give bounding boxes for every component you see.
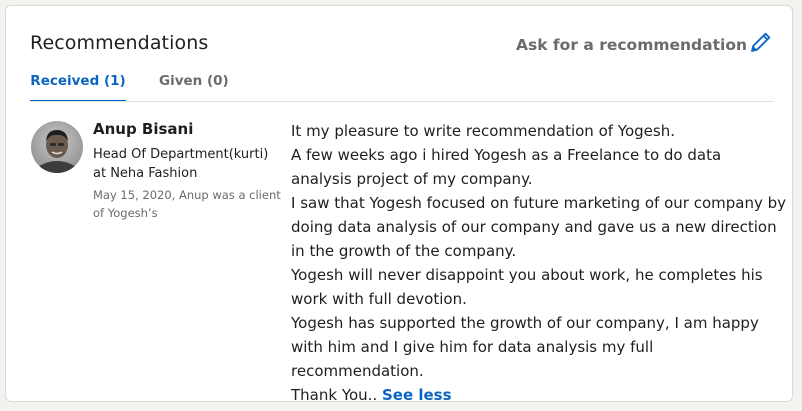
section-title: Recommendations [30,32,209,54]
recommendation-line: I saw that Yogesh focused on future mark… [291,194,786,260]
recommendation-meta: May 15, 2020, Anup was a client of Yoges… [93,188,281,220]
author-headline: Head Of Department(kurti) at Neha Fashio… [93,147,269,181]
author-name[interactable]: Anup Bisani [93,120,193,138]
tab-received[interactable]: Received (1) [30,68,126,102]
recommendation-line: It my pleasure to write recommendation o… [291,122,675,140]
tab-given[interactable]: Given (0) [159,68,229,102]
recommendation-text: It my pleasure to write recommendation o… [291,119,786,407]
avatar[interactable] [31,121,83,173]
see-less-link[interactable]: See less [382,386,452,404]
recommendation-line: Yogesh has supported the growth of our c… [291,314,759,380]
recommendation-closing-line: Thank You.. See less [291,383,786,407]
pencil-icon[interactable] [749,30,773,54]
recommendation-line: Yogesh will never disappoint you about w… [291,266,763,308]
ask-recommendation-link[interactable]: Ask for a recommendation [516,36,747,54]
recommendation-line: A few weeks ago i hired Yogesh as a Free… [291,146,722,188]
divider [30,101,774,102]
closing-text: Thank You.. [291,386,378,404]
recommendations-card: Recommendations Ask for a recommendation… [5,5,793,404]
